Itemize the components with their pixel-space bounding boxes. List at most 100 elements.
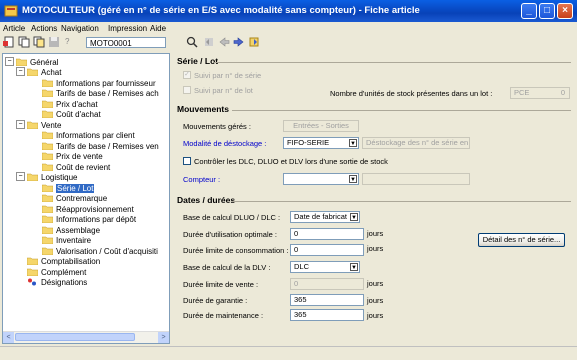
base-dlv-value: DLC: [294, 262, 310, 271]
jours-label: jours: [367, 296, 384, 305]
next-record-icon[interactable]: [233, 36, 245, 48]
tree-item-logistique-3[interactable]: Informations par dépôt: [42, 215, 136, 225]
tree-node-comptabilisation[interactable]: Comptabilisation: [27, 257, 100, 267]
dropdown-arrow-icon[interactable]: ▼: [349, 139, 357, 147]
suivi-lot-checkbox[interactable]: [183, 86, 191, 94]
tree-item-logistique-2[interactable]: Réapprovisionnement: [42, 205, 134, 215]
duplicate-icon[interactable]: [33, 36, 45, 48]
duree-garantie-field[interactable]: 365: [290, 294, 364, 306]
tree-item-logistique-4[interactable]: Assemblage: [42, 226, 100, 236]
scroll-right-icon[interactable]: >: [158, 332, 169, 343]
compteur-select[interactable]: ▼: [283, 173, 359, 185]
base-dlv-label: Base de calcul de la DLV :: [183, 263, 271, 272]
duree-consommation-field[interactable]: 0: [290, 244, 364, 256]
base-dluo-value: Date de fabricat: [294, 212, 347, 221]
folder-icon: [42, 215, 53, 223]
tree-item-logistique-5[interactable]: Inventaire: [42, 236, 91, 246]
tree-item-vente-2[interactable]: Prix de vente: [42, 152, 103, 162]
collapse-icon[interactable]: −: [16, 120, 25, 130]
tree-item-achat-3[interactable]: Coût d'achat: [42, 110, 101, 120]
modalite-destockage-select[interactable]: FIFO-SERIE ▼: [283, 137, 359, 149]
dropdown-arrow-icon[interactable]: ▼: [350, 213, 358, 221]
duree-vente-label: Durée limite de vente :: [183, 280, 259, 289]
folder-icon: [42, 142, 53, 150]
tree-node-vente[interactable]: − Vente: [16, 120, 61, 131]
jours-label: jours: [367, 279, 384, 288]
suivi-serie-label: Suivi par n° de série: [194, 71, 262, 80]
status-bar: [0, 346, 577, 360]
tree-node-complement[interactable]: Complément: [27, 268, 86, 278]
menu-aide[interactable]: Aide: [150, 24, 166, 33]
controle-dlc-checkbox[interactable]: [183, 157, 191, 165]
maximize-button[interactable]: □: [539, 3, 555, 19]
search-icon[interactable]: [186, 36, 198, 48]
menu-impression[interactable]: Impression: [108, 24, 147, 33]
menu-navigation[interactable]: Navigation: [61, 24, 99, 33]
minimize-button[interactable]: _: [521, 3, 537, 19]
folder-icon: [42, 236, 53, 244]
dropdown-arrow-icon[interactable]: ▼: [349, 175, 357, 183]
last-record-icon[interactable]: [248, 36, 260, 48]
duree-optimale-field[interactable]: 0: [290, 228, 364, 240]
copy-icon[interactable]: [18, 36, 30, 48]
folder-open-icon: [27, 68, 38, 76]
collapse-icon[interactable]: −: [16, 67, 25, 77]
scroll-left-icon[interactable]: <: [3, 332, 14, 343]
nb-unites-value: 0: [560, 88, 565, 97]
first-record-icon[interactable]: [203, 36, 215, 48]
new-icon[interactable]: [3, 36, 15, 48]
article-form: Série / Lot ✓ Suivi par n° de série Suiv…: [174, 53, 575, 344]
detail-series-button[interactable]: Détail des n° de série...: [478, 233, 565, 247]
nb-unites-label: Nombre d'unités de stock présentes dans …: [330, 89, 493, 98]
previous-record-icon[interactable]: [218, 36, 230, 48]
divider: [214, 62, 571, 63]
modalite-destockage-link[interactable]: Modalité de déstockage :: [183, 139, 266, 148]
modalite-destockage-value: FIFO-SERIE: [287, 138, 330, 147]
folder-icon: [42, 163, 53, 171]
menu-article[interactable]: Article: [3, 24, 25, 33]
folder-icon: [42, 131, 53, 139]
tree-node-achat[interactable]: − Achat: [16, 67, 61, 78]
save-icon[interactable]: [48, 36, 60, 48]
mouvements-geres-label: Mouvements gérés :: [183, 122, 251, 131]
tree-node-general[interactable]: − Général: [5, 57, 58, 68]
duree-consommation-label: Durée limite de consommation :: [183, 246, 289, 255]
tree-item-vente-0[interactable]: Informations par client: [42, 131, 135, 141]
tree-horizontal-scrollbar[interactable]: < >: [3, 331, 169, 343]
divider: [232, 201, 571, 202]
tree-item-logistique-6[interactable]: Valorisation / Coût d'acquisiti: [42, 247, 158, 257]
modalite-description-field: Déstockage des n° de série en FIFO: [362, 137, 470, 149]
tree-item-achat-2[interactable]: Prix d'achat: [42, 100, 98, 110]
article-code-field[interactable]: MOTO0001: [86, 37, 166, 48]
tree-item-achat-1[interactable]: Tarifs de base / Remises ach: [42, 89, 159, 99]
duree-maintenance-field[interactable]: 365: [290, 309, 364, 321]
folder-open-icon: [27, 121, 38, 129]
close-button[interactable]: ×: [557, 3, 573, 19]
app-icon: [4, 5, 18, 17]
tree-node-designations[interactable]: Désignations: [27, 278, 87, 288]
duree-garantie-label: Durée de garantie :: [183, 296, 248, 305]
scroll-thumb[interactable]: [15, 333, 135, 341]
suivi-serie-checkbox[interactable]: ✓: [183, 71, 191, 79]
folder-icon: [42, 110, 53, 118]
tree-item-vente-3[interactable]: Coût de revient: [42, 163, 110, 173]
base-dlv-select[interactable]: DLC ▼: [290, 261, 360, 273]
base-dluo-select[interactable]: Date de fabricat ▼: [290, 211, 360, 223]
dropdown-arrow-icon[interactable]: ▼: [350, 263, 358, 271]
tree-item-serie-lot[interactable]: Série / Lot: [42, 184, 95, 194]
tree-item-vente-1[interactable]: Tarifs de base / Remises ven: [42, 142, 159, 152]
folder-icon: [27, 257, 38, 265]
folder-icon: [42, 205, 53, 213]
collapse-icon[interactable]: −: [5, 57, 14, 67]
folder-icon: [27, 268, 38, 276]
folder-icon: [42, 194, 53, 202]
tree-node-logistique[interactable]: − Logistique: [16, 172, 77, 183]
compteur-link[interactable]: Compteur :: [183, 175, 220, 184]
tree-item-logistique-1[interactable]: Contremarque: [42, 194, 107, 204]
collapse-icon[interactable]: −: [16, 172, 25, 182]
menu-actions[interactable]: Actions: [31, 24, 57, 33]
section-mouvements-title: Mouvements: [177, 104, 229, 114]
help-icon[interactable]: ?: [65, 37, 69, 46]
tree-item-achat-0[interactable]: Informations par fournisseur: [42, 79, 156, 89]
suivi-lot-label: Suivi par n° de lot: [194, 86, 253, 95]
